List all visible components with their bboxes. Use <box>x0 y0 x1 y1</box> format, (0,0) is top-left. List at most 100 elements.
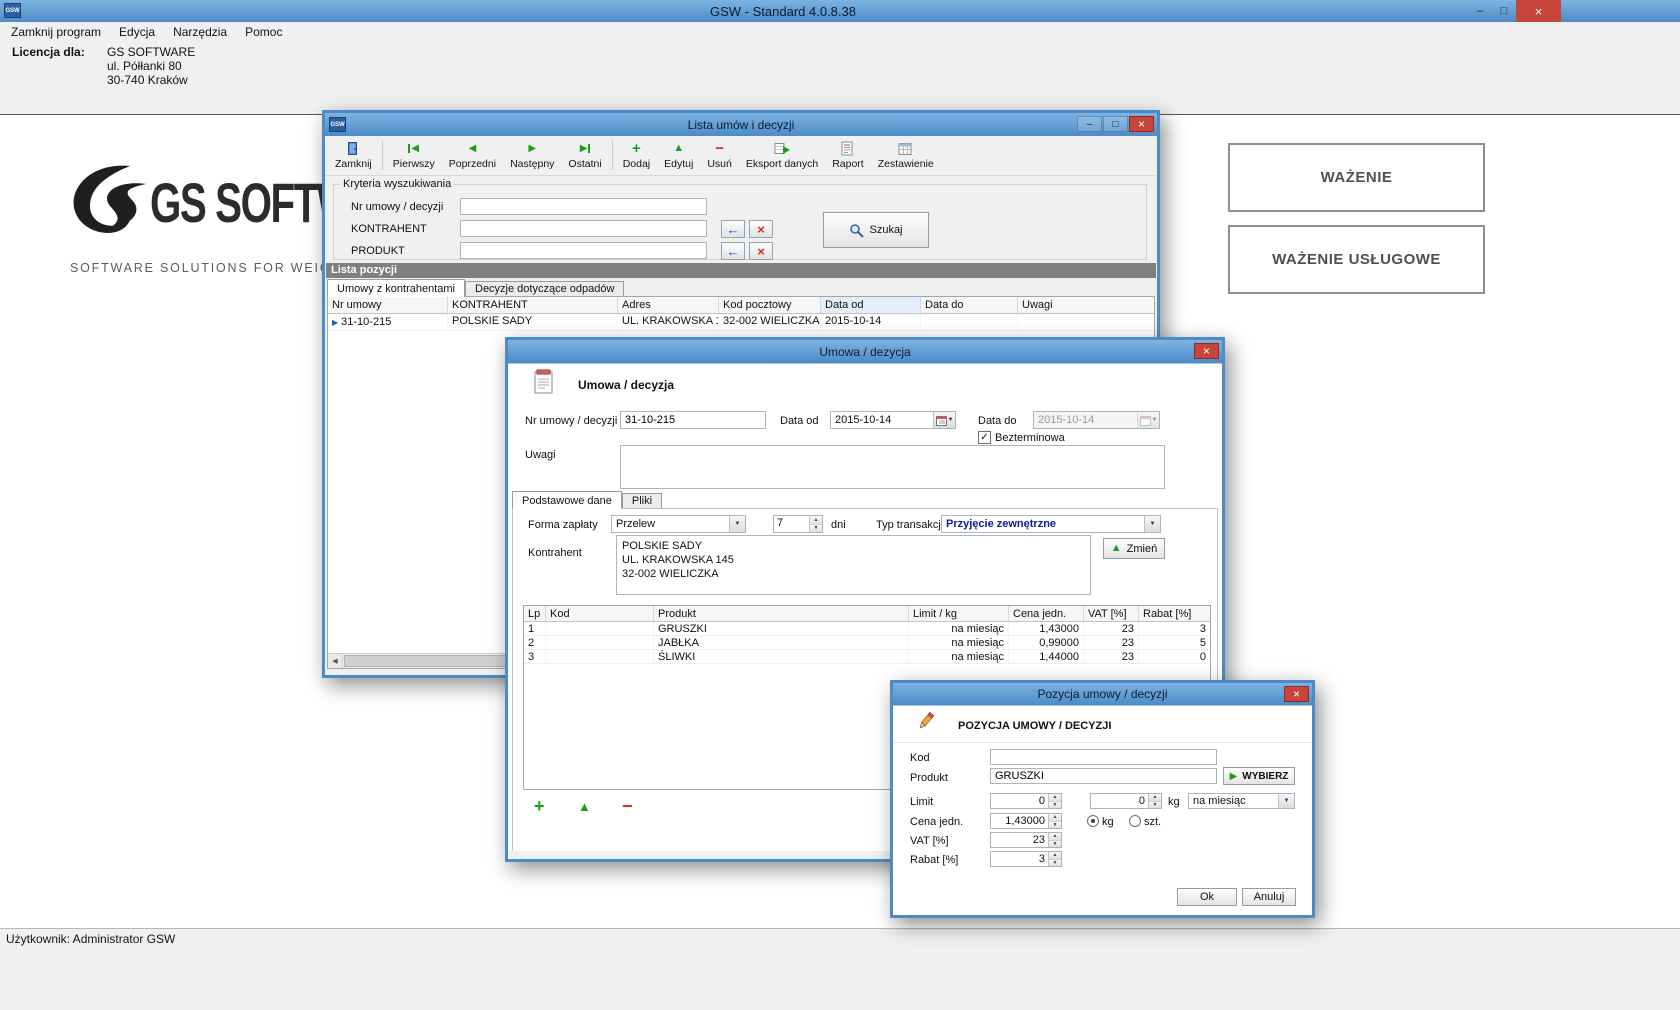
raport-button[interactable]: Raport <box>825 137 871 174</box>
minimize-button[interactable]: – <box>1077 116 1102 132</box>
uwagi-textarea[interactable] <box>620 445 1165 489</box>
col-rabat[interactable]: Rabat [%] <box>1139 606 1210 621</box>
grid-row[interactable]: 2 JABŁKA na miesiąc 0,99000 23 5 <box>524 636 1210 650</box>
edytuj-button[interactable]: ▲ Edytuj <box>657 137 700 174</box>
col-data-od[interactable]: Data od <box>821 297 921 313</box>
dropdown-button[interactable]: ▼ <box>1144 516 1160 532</box>
close-button[interactable]: × <box>1194 343 1219 359</box>
scrollbar-thumb[interactable] <box>344 655 512 667</box>
col-nr-umowy[interactable]: Nr umowy <box>328 297 448 313</box>
dodaj-button[interactable]: + Dodaj <box>616 137 657 174</box>
spinner-buttons[interactable]: ▲ ▼ <box>1048 833 1061 847</box>
poprzedni-button[interactable]: ◀ Poprzedni <box>442 137 503 174</box>
col-produkt[interactable]: Produkt <box>654 606 909 621</box>
produkt-input[interactable] <box>460 242 707 259</box>
produkt-clear-button[interactable]: × <box>749 242 773 260</box>
data-od-datepicker[interactable]: 2015-10-14 ▼ <box>830 411 956 429</box>
close-button[interactable]: × <box>1129 116 1154 132</box>
col-lp[interactable]: Lp <box>524 606 546 621</box>
col-data-do[interactable]: Data do <box>921 297 1018 313</box>
col-vat[interactable]: VAT [%] <box>1084 606 1139 621</box>
menu-item-narzedzia[interactable]: Narzędzia <box>164 23 236 41</box>
menu-item-pomoc[interactable]: Pomoc <box>236 23 291 41</box>
menu-item-zamknij-program[interactable]: Zamknij program <box>2 23 110 41</box>
grid-row[interactable]: ▶31-10-215 POLSKIE SADY UL. KRAKOWSKA 14… <box>328 314 1154 331</box>
tab-pliki[interactable]: Pliki <box>622 493 662 509</box>
close-button[interactable]: × <box>1284 686 1309 702</box>
spin-down-icon[interactable]: ▼ <box>1049 860 1061 867</box>
spin-up-icon[interactable]: ▲ <box>1049 814 1061 822</box>
spinner-buttons[interactable]: ▲ ▼ <box>1048 852 1061 866</box>
wybierz-button[interactable]: ▶ WYBIERZ <box>1223 767 1295 785</box>
spin-up-icon[interactable]: ▲ <box>1149 794 1161 802</box>
spin-up-icon[interactable]: ▲ <box>1049 794 1061 802</box>
dropdown-button[interactable]: ▼ <box>729 516 745 532</box>
col-kontrahent[interactable]: KONTRAHENT <box>448 297 618 313</box>
menu-item-edycja[interactable]: Edycja <box>110 23 164 41</box>
main-titlebar[interactable]: GSW GSW - Standard 4.0.8.38 – □ × <box>0 0 1680 22</box>
spin-down-icon[interactable]: ▼ <box>1149 802 1161 809</box>
col-limit[interactable]: Limit / kg <box>909 606 1009 621</box>
okres-select[interactable]: na miesiąc ▼ <box>1188 793 1295 809</box>
zamknij-button[interactable]: Zamknij <box>328 137 379 174</box>
scroll-left-button[interactable]: ◀ <box>328 654 343 668</box>
nastepny-button[interactable]: ▶ Następny <box>503 137 561 174</box>
vat-spinner[interactable]: 23 ▲ ▼ <box>990 832 1062 848</box>
szukaj-button[interactable]: Szukaj <box>823 212 929 248</box>
forma-zaplaty-select[interactable]: Przelew ▼ <box>611 515 746 533</box>
delete-row-button[interactable]: − <box>622 797 633 815</box>
spin-down-icon[interactable]: ▼ <box>1049 841 1061 848</box>
produkt-input[interactable] <box>990 768 1217 784</box>
spinner-buttons[interactable]: ▲ ▼ <box>809 516 822 532</box>
spin-up-icon[interactable]: ▲ <box>1049 833 1061 841</box>
wazenie-uslugowe-button[interactable]: WAŻENIE USŁUGOWE <box>1228 225 1485 294</box>
minimize-button[interactable]: – <box>1468 0 1492 22</box>
radio-szt[interactable] <box>1129 815 1141 827</box>
col-kod[interactable]: Kod <box>546 606 654 621</box>
wazenie-button[interactable]: WAŻENIE <box>1228 143 1485 212</box>
ok-button[interactable]: Ok <box>1177 888 1237 906</box>
spinner-buttons[interactable]: ▲ ▼ <box>1048 794 1061 808</box>
maximize-button[interactable]: □ <box>1103 116 1128 132</box>
spin-down-icon[interactable]: ▼ <box>1049 822 1061 829</box>
ostatni-button[interactable]: ▶ Ostatni <box>561 137 608 174</box>
spin-up-icon[interactable]: ▲ <box>1049 852 1061 860</box>
dropdown-button[interactable]: ▼ <box>1278 794 1294 808</box>
nr-umowy-input[interactable] <box>620 411 766 429</box>
cena-spinner[interactable]: 1,43000 ▲ ▼ <box>990 813 1062 829</box>
maximize-button[interactable]: □ <box>1492 0 1516 22</box>
edit-row-button[interactable]: ▲ <box>578 800 591 813</box>
typ-transakcji-select[interactable]: Przyjęcie zewnętrzne ▼ <box>941 515 1161 533</box>
eksport-danych-button[interactable]: Eksport danych <box>739 137 825 174</box>
col-adres[interactable]: Adres <box>618 297 719 313</box>
grid-row[interactable]: 1 GRUSZKI na miesiąc 1,43000 23 3 <box>524 622 1210 636</box>
zmien-button[interactable]: ▲ Zmień <box>1103 538 1165 559</box>
spin-down-icon[interactable]: ▼ <box>1049 802 1061 809</box>
spinner-buttons[interactable]: ▲ ▼ <box>1048 814 1061 828</box>
spin-down-icon[interactable]: ▼ <box>810 525 822 533</box>
radio-kg[interactable] <box>1087 815 1099 827</box>
produkt-pick-button[interactable]: ← <box>721 242 745 260</box>
pozycja-titlebar[interactable]: Pozycja umowy / decyzji × <box>893 683 1312 705</box>
usun-button[interactable]: − Usuń <box>700 137 739 174</box>
bezterminowa-checkbox[interactable]: ✓ <box>978 431 991 444</box>
kontrahent-pick-button[interactable]: ← <box>721 220 745 238</box>
umowa-titlebar[interactable]: Umowa / dezycja × <box>508 340 1222 363</box>
anuluj-button[interactable]: Anuluj <box>1242 888 1296 906</box>
tab-podstawowe-dane[interactable]: Podstawowe dane <box>512 491 622 509</box>
grid-row[interactable]: 3 ŚLIWKI na miesiąc 1,44000 23 0 <box>524 650 1210 664</box>
dni-spinner[interactable]: 7 ▲ ▼ <box>773 515 823 533</box>
add-row-button[interactable]: + <box>534 797 545 815</box>
lista-titlebar[interactable]: GSW Lista umów i decyzji – □ × <box>325 113 1157 136</box>
spin-up-icon[interactable]: ▲ <box>810 516 822 525</box>
close-button[interactable]: × <box>1516 0 1561 22</box>
limit-spinner-2[interactable]: 0 ▲ ▼ <box>1090 793 1162 809</box>
rabat-spinner[interactable]: 3 ▲ ▼ <box>990 851 1062 867</box>
kod-input[interactable] <box>990 749 1217 765</box>
nr-umowy-input[interactable] <box>460 198 707 215</box>
pierwszy-button[interactable]: ◀ Pierwszy <box>386 137 442 174</box>
col-cena[interactable]: Cena jedn. <box>1009 606 1084 621</box>
col-kod-pocztowy[interactable]: Kod pocztowy <box>719 297 821 313</box>
limit-spinner-1[interactable]: 0 ▲ ▼ <box>990 793 1062 809</box>
col-uwagi[interactable]: Uwagi <box>1018 297 1154 313</box>
